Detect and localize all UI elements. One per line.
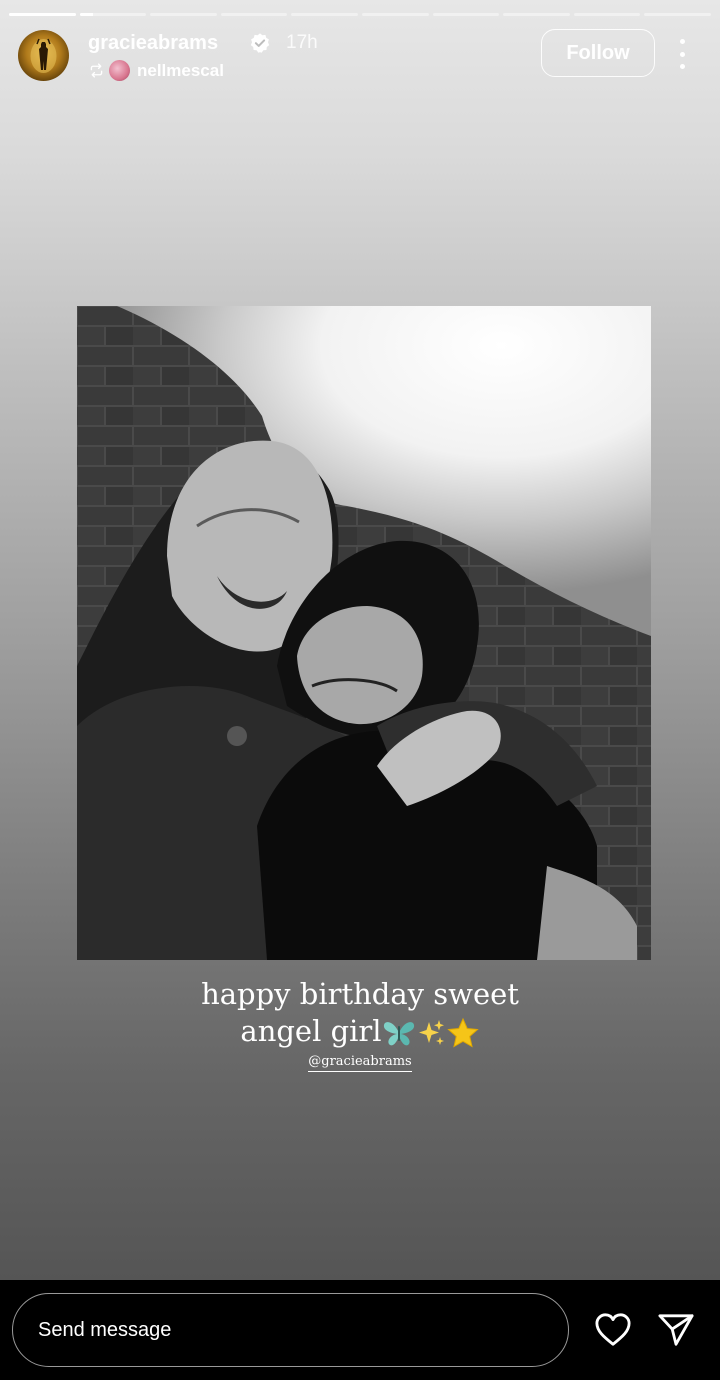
caption-line-2-text: angel girl — [240, 1014, 382, 1048]
mention-sticker[interactable]: @gracieabrams — [0, 1054, 720, 1072]
send-message-input[interactable] — [12, 1293, 569, 1367]
reply-bar — [0, 1280, 720, 1380]
mention-text[interactable]: @gracieabrams — [308, 1054, 412, 1072]
verified-badge-icon — [250, 33, 270, 53]
sparkles-icon — [418, 1020, 444, 1045]
repost-icon — [90, 63, 103, 78]
story-progress-segment — [150, 13, 217, 16]
caption-line-2: angel girl — [0, 1013, 720, 1050]
more-options-icon[interactable] — [666, 39, 698, 69]
author-avatar[interactable] — [18, 30, 69, 81]
story-header: gracieabrams 17h nellmescal Follow — [18, 29, 702, 85]
story-progress-segment — [79, 13, 147, 16]
star-icon — [446, 1017, 479, 1048]
butterfly-icon — [383, 1022, 414, 1046]
story-progress-segment — [573, 13, 641, 16]
repost-avatar[interactable] — [109, 60, 130, 81]
story-progress-segment — [644, 13, 711, 16]
story-progress-segment — [291, 13, 358, 16]
story-progress-bar — [9, 13, 711, 16]
story-viewer[interactable]: gracieabrams 17h nellmescal Follow happy… — [0, 0, 720, 1280]
repost-username[interactable]: nellmescal — [137, 61, 224, 81]
story-photo — [77, 306, 651, 960]
follow-button[interactable]: Follow — [541, 29, 655, 77]
send-icon[interactable] — [657, 1312, 695, 1348]
story-progress-segment — [220, 13, 288, 16]
post-time: 17h — [286, 32, 318, 53]
story-progress-segment — [361, 13, 429, 16]
caption-line-1: happy birthday sweet — [201, 977, 519, 1011]
story-progress-segment — [503, 13, 570, 16]
heart-icon[interactable] — [594, 1312, 632, 1348]
author-username[interactable]: gracieabrams — [88, 32, 218, 55]
story-progress-segment — [432, 13, 500, 16]
story-progress-segment — [9, 13, 76, 16]
